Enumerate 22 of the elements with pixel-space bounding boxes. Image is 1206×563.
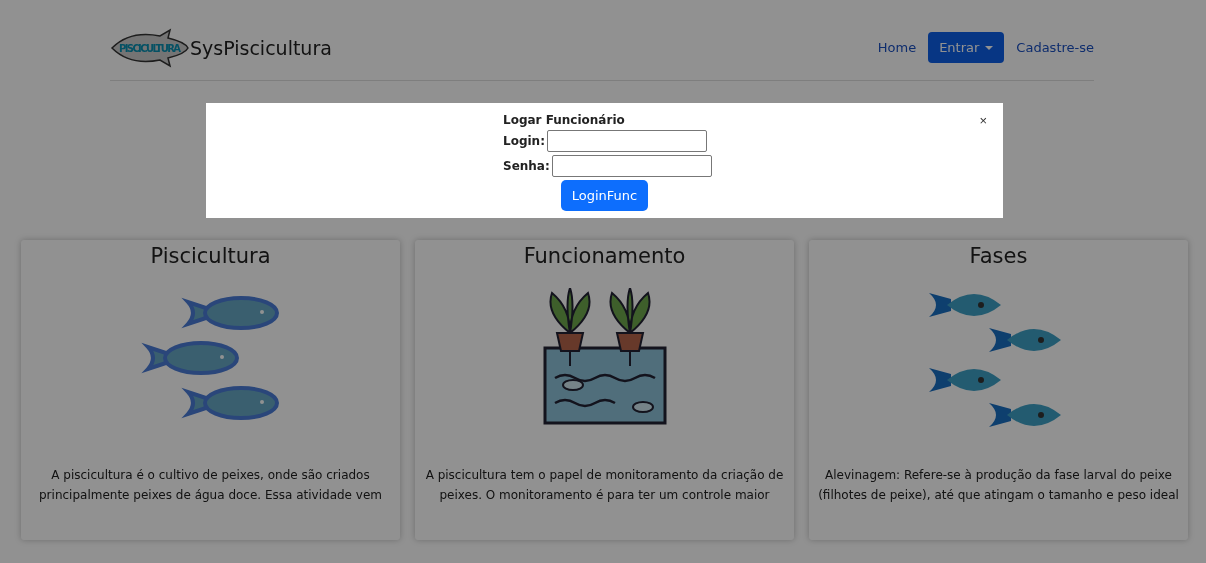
close-button[interactable]: × [977,113,989,128]
card-title: Fases [968,244,1029,268]
field-label: Senha: [503,159,550,173]
card-text: Alevinagem: Refere-se à produção da fase larval do peixe [824,468,1173,482]
card-text: (filhotes de peixe), até que atingam o tamanho e peso ideal [817,488,1180,502]
card-text: peixes. O monitoramento é para ter um controle maior [438,488,771,502]
enter-dropdown-button[interactable]: Entrar [928,32,1005,63]
login-button[interactable]: LoginFunc [560,180,649,211]
card-text: principalmente peixes de água doce. Essa atividade vem [38,488,383,502]
caret-icon [985,45,994,50]
brand-name[interactable]: SysPiscicultura [190,36,332,59]
modal-title: Logar Funcionário [503,113,626,127]
card-text: A piscicultura é o cultivo de peixes, onde são criados [50,468,371,482]
input-field[interactable] [546,130,707,152]
card-title: Funcionamento [522,244,687,268]
field-label: Login: [503,134,545,148]
card-title: Piscicultura [149,244,272,268]
fish-logo-icon: PISCICULTURA [110,27,190,68]
card-text: A piscicultura tem o papel de monitoramento da criação de [424,468,785,482]
input-field[interactable] [551,155,712,177]
nav-link[interactable]: Home [877,40,917,55]
nav-link[interactable]: Cadastre-se [1016,40,1094,55]
